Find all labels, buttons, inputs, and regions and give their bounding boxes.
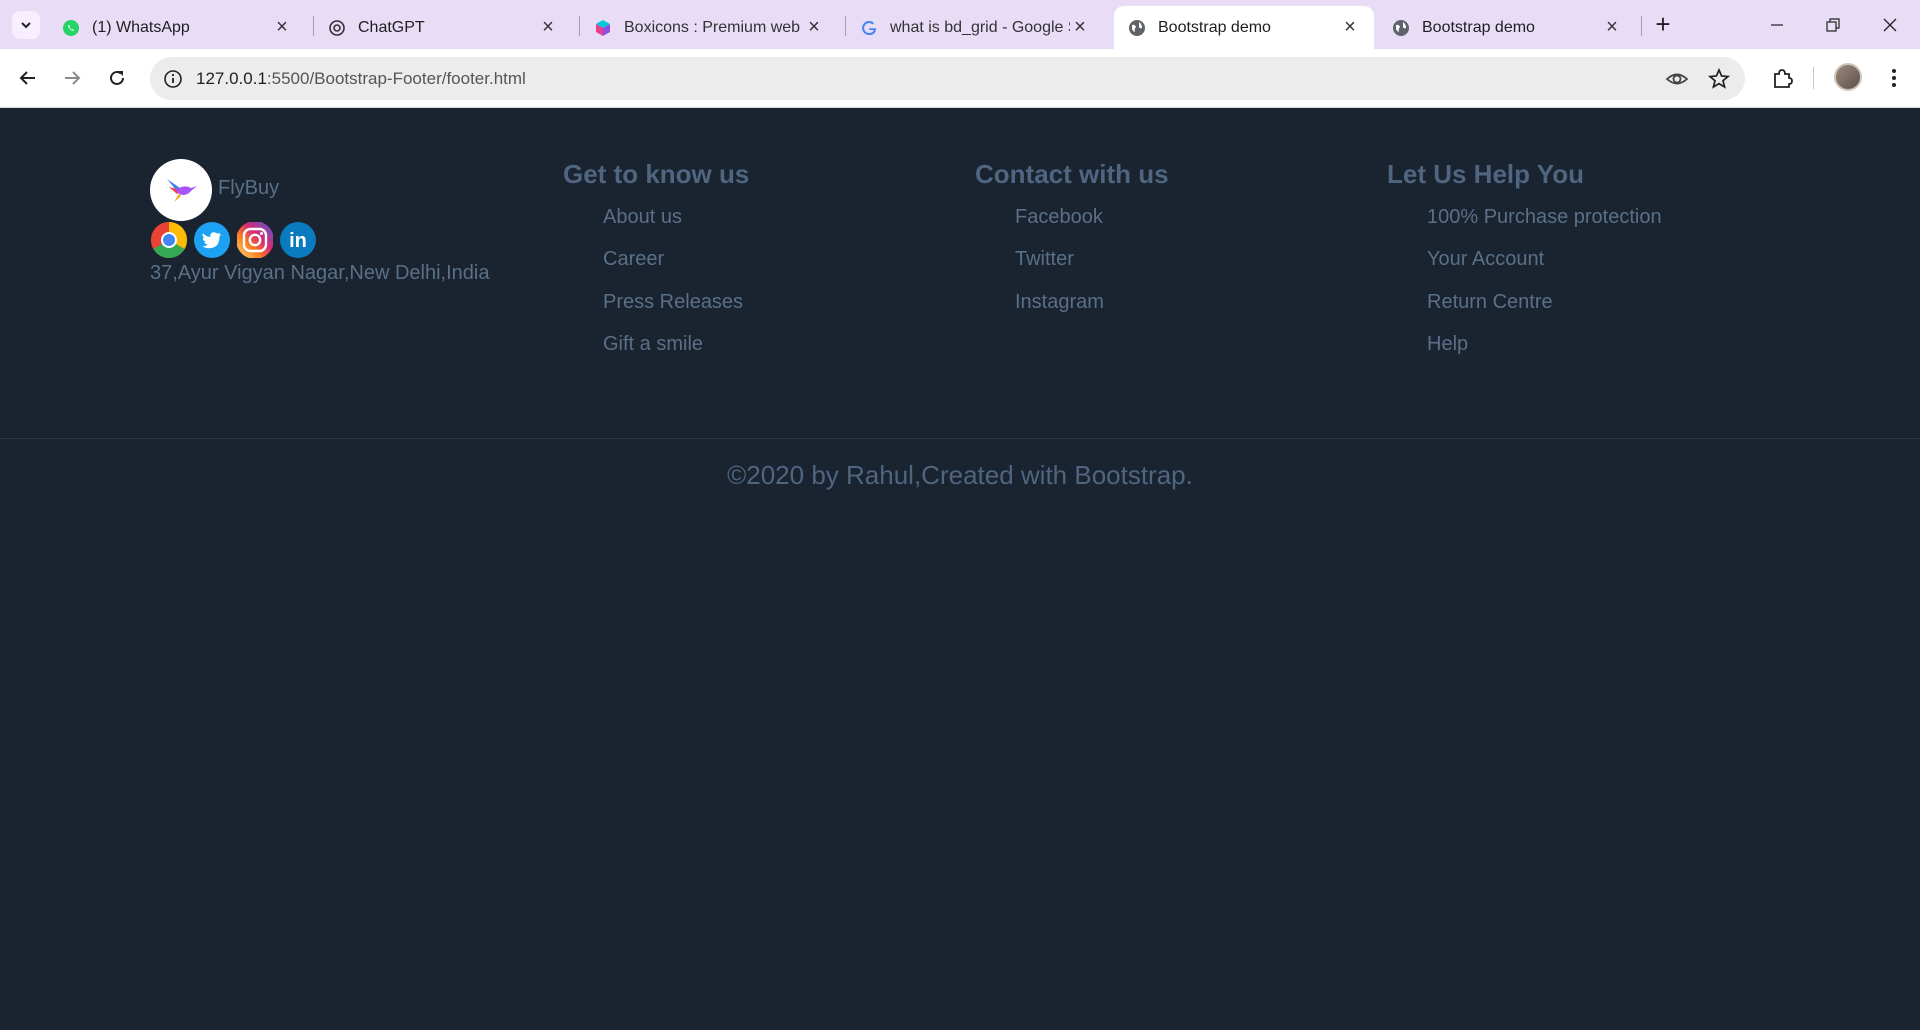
extensions-button[interactable] bbox=[1767, 63, 1797, 93]
tab-chatgpt[interactable]: ChatGPT × bbox=[314, 6, 572, 49]
eye-icon[interactable] bbox=[1665, 67, 1689, 91]
whatsapp-icon bbox=[62, 19, 80, 37]
tab-bootstrap-demo[interactable]: Bootstrap demo × bbox=[1378, 6, 1636, 49]
arrow-left-icon bbox=[19, 71, 35, 85]
close-tab-icon[interactable]: × bbox=[1070, 16, 1090, 39]
chatgpt-icon bbox=[328, 19, 346, 37]
close-tab-icon[interactable]: × bbox=[1602, 16, 1622, 39]
close-tab-icon[interactable]: × bbox=[804, 16, 824, 39]
tab-google-search[interactable]: what is bd_grid - Google S × bbox=[846, 6, 1104, 49]
menu-button[interactable] bbox=[1879, 63, 1909, 93]
address-bar[interactable]: 127.0.0.1:5500/Bootstrap-Footer/footer.h… bbox=[150, 57, 1745, 100]
address-text: 37,Ayur Vigyan Nagar,New Delhi,India bbox=[150, 262, 490, 284]
tab-title: ChatGPT bbox=[358, 18, 425, 36]
footer-link-gift-a-smile[interactable]: Gift a smile bbox=[603, 333, 703, 356]
google-icon bbox=[860, 19, 878, 37]
more-vert-icon bbox=[1892, 69, 1896, 87]
back-button[interactable] bbox=[13, 63, 43, 93]
close-icon bbox=[1883, 18, 1897, 32]
column-heading: Contact with us bbox=[975, 159, 1169, 189]
close-tab-icon[interactable]: × bbox=[272, 16, 292, 39]
footer-link-help[interactable]: Help bbox=[1427, 333, 1468, 356]
close-tab-icon[interactable]: × bbox=[1340, 16, 1360, 39]
footer-link-your-account[interactable]: Your Account bbox=[1427, 248, 1544, 271]
arrow-right-icon bbox=[65, 71, 81, 85]
tab-title: what is bd_grid - Google S bbox=[890, 18, 1070, 36]
tab-separator bbox=[1641, 16, 1642, 36]
puzzle-icon bbox=[1774, 69, 1793, 88]
footer-link-about-us[interactable]: About us bbox=[603, 206, 682, 229]
column-heading: Let Us Help You bbox=[1387, 159, 1584, 189]
tab-whatsapp[interactable]: (1) WhatsApp × bbox=[48, 6, 306, 49]
forward-button[interactable] bbox=[57, 63, 87, 93]
url-host: 127.0.0.1 bbox=[196, 69, 267, 88]
tab-bootstrap-demo-active[interactable]: Bootstrap demo × bbox=[1114, 6, 1374, 49]
footer-link-purchase-protection[interactable]: 100% Purchase protection bbox=[1427, 206, 1662, 229]
reload-icon bbox=[110, 70, 124, 85]
tab-title: (1) WhatsApp bbox=[92, 18, 190, 36]
url-path: :5500/Bootstrap-Footer/footer.html bbox=[266, 69, 526, 88]
chrome-icon[interactable] bbox=[150, 221, 188, 259]
minimize-icon bbox=[1771, 24, 1783, 26]
footer-link-twitter[interactable]: Twitter bbox=[1015, 248, 1074, 271]
globe-icon bbox=[1128, 19, 1146, 37]
reload-button[interactable] bbox=[102, 63, 132, 93]
tab-title: Bootstrap demo bbox=[1422, 18, 1535, 36]
minimize-button[interactable] bbox=[1757, 8, 1797, 42]
tab-title: Boxicons : Premium web fr bbox=[624, 18, 804, 36]
footer-link-instagram[interactable]: Instagram bbox=[1015, 291, 1104, 314]
footer-link-press-releases[interactable]: Press Releases bbox=[603, 291, 743, 314]
restore-icon bbox=[1826, 18, 1840, 32]
restore-button[interactable] bbox=[1813, 8, 1853, 42]
globe-icon bbox=[1392, 19, 1410, 37]
linkedin-icon[interactable]: in bbox=[279, 221, 317, 259]
boxicons-icon bbox=[594, 19, 612, 37]
bookmark-star-icon[interactable] bbox=[1707, 67, 1731, 91]
hummingbird-logo-icon bbox=[167, 179, 197, 202]
tab-boxicons[interactable]: Boxicons : Premium web fr × bbox=[580, 6, 838, 49]
close-tab-icon[interactable]: × bbox=[538, 16, 558, 39]
url-text[interactable]: 127.0.0.1:5500/Bootstrap-Footer/footer.h… bbox=[196, 69, 526, 89]
footer-link-return-centre[interactable]: Return Centre bbox=[1427, 291, 1553, 314]
brand-name[interactable]: FlyBuy bbox=[218, 177, 279, 200]
footer-divider bbox=[0, 438, 1920, 439]
tab-search-button[interactable] bbox=[12, 11, 40, 39]
site-info-icon[interactable] bbox=[162, 68, 184, 90]
tab-title: Bootstrap demo bbox=[1158, 18, 1271, 36]
new-tab-button[interactable]: + bbox=[1648, 10, 1678, 40]
profile-avatar[interactable] bbox=[1834, 63, 1862, 91]
close-window-button[interactable] bbox=[1870, 8, 1910, 42]
svg-text:in: in bbox=[289, 230, 307, 252]
footer-link-career[interactable]: Career bbox=[603, 248, 664, 271]
twitter-icon[interactable] bbox=[193, 221, 231, 259]
copyright-text: ©2020 by Rahul,Created with Bootstrap. bbox=[727, 460, 1193, 490]
toolbar-divider bbox=[1813, 67, 1814, 89]
footer-link-facebook[interactable]: Facebook bbox=[1015, 206, 1103, 229]
brand-logo[interactable] bbox=[150, 159, 212, 221]
browser-toolbar: 127.0.0.1:5500/Bootstrap-Footer/footer.h… bbox=[0, 49, 1920, 108]
instagram-icon[interactable] bbox=[236, 221, 274, 259]
column-heading: Get to know us bbox=[563, 159, 750, 189]
footer: FlyBuy in 37,Ayur Vigyan Nagar,New Delhi… bbox=[0, 109, 1920, 1031]
tab-strip: (1) WhatsApp × ChatGPT × Boxicons : Prem… bbox=[0, 0, 1920, 49]
chevron-down-icon bbox=[21, 22, 31, 29]
